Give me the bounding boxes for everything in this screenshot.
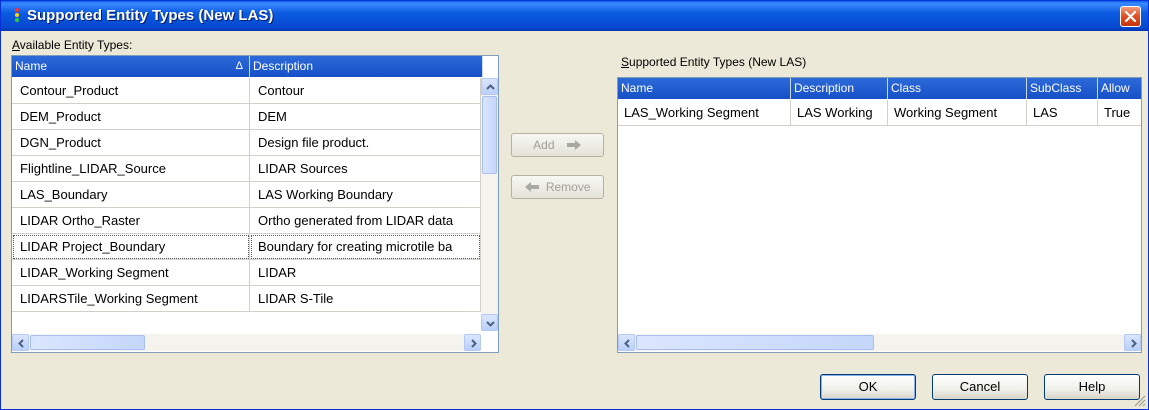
vertical-scrollbar[interactable] (481, 78, 498, 331)
title-bar[interactable]: Supported Entity Types (New LAS) (1, 1, 1148, 31)
window-title: Supported Entity Types (New LAS) (27, 7, 274, 24)
resize-grip-icon[interactable] (1132, 393, 1146, 407)
scroll-up-button[interactable] (481, 78, 498, 95)
supported-column-header-description[interactable]: Description (791, 78, 888, 99)
ok-button[interactable]: OK (820, 374, 916, 400)
supported-column-header-subclass[interactable]: SubClass (1027, 78, 1098, 99)
vertical-scroll-thumb[interactable] (482, 96, 497, 174)
scroll-left-button[interactable] (12, 334, 29, 351)
cell-allow: True (1098, 100, 1141, 126)
arrow-left-icon (525, 182, 540, 192)
cell-description: LAS Working Boundary (250, 182, 481, 208)
scroll-down-button[interactable] (481, 314, 498, 331)
arrow-right-icon (566, 140, 581, 150)
chevron-left-icon (18, 339, 24, 348)
column-header-description[interactable]: Description (250, 56, 483, 77)
add-button[interactable]: Add (511, 133, 604, 157)
cell-description: LIDAR S-Tile (250, 286, 481, 312)
supported-entity-list[interactable]: Name Description Class SubClass Allow LA… (617, 77, 1142, 353)
horizontal-scroll-thumb[interactable] (30, 335, 145, 350)
chevron-up-icon (486, 84, 495, 90)
supported-column-header-allow[interactable]: Allow (1098, 78, 1141, 99)
cell-description: Ortho generated from LIDAR data (250, 208, 481, 234)
horizontal-scrollbar[interactable] (12, 334, 481, 351)
supported-column-header-name[interactable]: Name (618, 78, 791, 99)
chevron-right-icon (1131, 339, 1137, 348)
supported-scroll-right-button[interactable] (1124, 334, 1141, 351)
supported-scroll-left-button[interactable] (618, 334, 635, 351)
chevron-down-icon (486, 321, 495, 327)
cell-name: LIDAR Project_Boundary (12, 234, 250, 260)
sort-ascending-icon: Δ (235, 60, 243, 72)
help-button[interactable]: Help (1044, 374, 1140, 400)
supported-entity-types-label: Supported Entity Types (New LAS) (621, 55, 807, 69)
cell-name: LAS_Boundary (12, 182, 250, 208)
remove-button-label: Remove (545, 180, 591, 194)
cell-subclass: LAS (1027, 100, 1098, 126)
supported-column-header-class[interactable]: Class (888, 78, 1027, 99)
cell-name: Contour_Product (12, 78, 250, 104)
traffic-light-icon (13, 8, 21, 24)
close-icon (1124, 10, 1137, 23)
cell-name: LAS_Working Segment (618, 100, 791, 126)
cell-class: Working Segment (888, 100, 1027, 126)
dialog-window: Supported Entity Types (New LAS) Availab… (0, 0, 1149, 410)
cell-name: LIDAR Ortho_Raster (12, 208, 250, 234)
remove-button[interactable]: Remove (511, 175, 604, 199)
cell-name: LIDAR_Working Segment (12, 260, 250, 286)
available-entity-types-label: Available Entity Types: (12, 38, 133, 52)
available-entity-list[interactable]: Name Δ Description Contour_Product Contou… (11, 55, 499, 353)
cell-description: DEM (250, 104, 481, 130)
chevron-left-icon (624, 339, 630, 348)
cell-name: DGN_Product (12, 130, 250, 156)
close-button[interactable] (1120, 6, 1141, 27)
cell-description: LIDAR Sources (250, 156, 481, 182)
cell-description: Contour (250, 78, 481, 104)
cancel-button[interactable]: Cancel (932, 374, 1028, 400)
chevron-right-icon (471, 339, 477, 348)
cell-description: LAS Working (791, 100, 888, 126)
cell-description: LIDAR (250, 260, 481, 286)
supported-horizontal-scroll-thumb[interactable] (636, 335, 874, 350)
cell-description: Design file product. (250, 130, 481, 156)
scroll-right-button[interactable] (464, 334, 481, 351)
cell-name: Flightline_LIDAR_Source (12, 156, 250, 182)
cell-description: Boundary for creating microtile ba (250, 234, 481, 260)
supported-horizontal-scrollbar[interactable] (618, 334, 1141, 351)
cell-name: DEM_Product (12, 104, 250, 130)
add-button-label: Add (533, 138, 555, 152)
column-header-name[interactable]: Name Δ (12, 56, 250, 77)
cell-name: LIDARSTile_Working Segment (12, 286, 250, 312)
